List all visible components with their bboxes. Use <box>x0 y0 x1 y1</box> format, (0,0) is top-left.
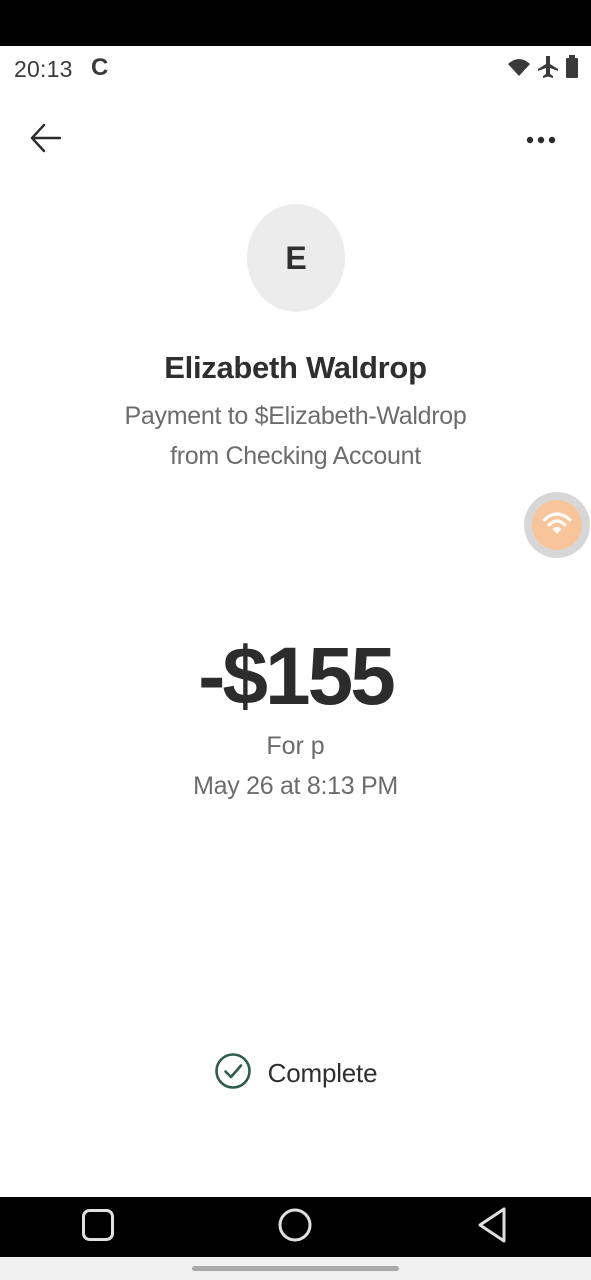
payment-description-line2: from Checking Account <box>170 442 421 470</box>
wifi-icon <box>507 56 531 78</box>
floating-network-button[interactable] <box>524 492 590 558</box>
more-options-button[interactable] <box>519 118 563 162</box>
avatar[interactable]: E <box>247 204 345 312</box>
status-time: 20:13 <box>14 56 73 82</box>
payment-description-line1: Payment to $Elizabeth-Waldrop <box>124 402 467 430</box>
carrier-indicator: C <box>91 54 109 81</box>
app-header <box>0 110 591 170</box>
system-back-button[interactable] <box>470 1207 514 1247</box>
gesture-area <box>0 1257 591 1280</box>
top-black-bar <box>0 0 591 46</box>
payment-status: Complete <box>0 1052 591 1095</box>
status-label: Complete <box>267 1058 378 1088</box>
wifi-signal-icon <box>542 511 572 540</box>
recents-button[interactable] <box>76 1207 120 1247</box>
payment-amount: -$155 <box>198 631 396 722</box>
recents-square-icon <box>81 1208 115 1247</box>
check-circle-icon <box>214 1052 252 1095</box>
home-button[interactable] <box>273 1207 317 1247</box>
floating-network-inner <box>532 500 582 550</box>
back-button[interactable] <box>22 118 70 162</box>
recipient-name: Elizabeth Waldrop <box>164 350 427 385</box>
airplane-icon <box>537 55 559 79</box>
payment-note: For p <box>266 732 325 760</box>
status-icons <box>507 55 579 79</box>
arrow-left-icon <box>29 121 63 160</box>
battery-icon <box>565 55 579 79</box>
payment-description: Payment to $Elizabeth-Waldrop from Check… <box>0 396 591 476</box>
home-circle-icon <box>277 1207 313 1248</box>
back-triangle-icon <box>476 1206 508 1249</box>
status-bar: 20:13 C <box>0 46 591 92</box>
system-nav-bar <box>0 1197 591 1257</box>
more-horizontal-icon <box>526 131 556 149</box>
payment-datetime: May 26 at 8:13 PM <box>193 772 398 800</box>
gesture-handle[interactable] <box>192 1266 399 1271</box>
